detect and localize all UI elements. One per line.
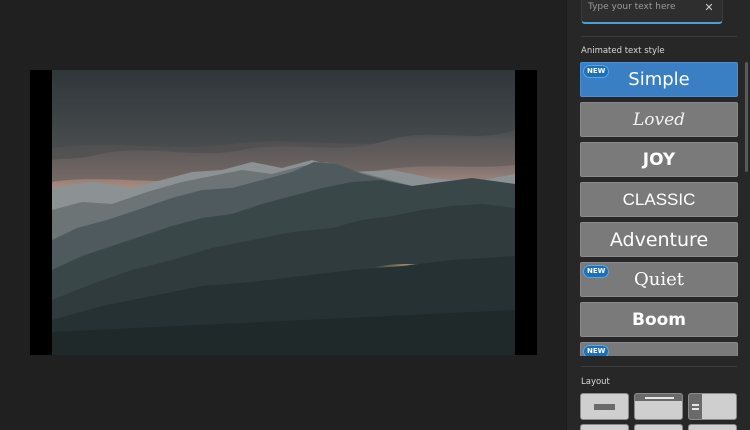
close-icon[interactable]: ✕ — [702, 1, 716, 15]
style-label: Simple — [628, 69, 690, 90]
video-frame[interactable] — [30, 70, 537, 355]
new-badge: NEW — [583, 265, 610, 278]
layout-tile-center[interactable] — [580, 393, 629, 420]
style-label: Quiet — [634, 269, 684, 290]
section-label-layout: Layout — [581, 377, 610, 387]
video-preview-area — [0, 0, 566, 430]
section-label-animated-text-style: Animated text style — [581, 46, 665, 56]
layout-tile-row2-2[interactable] — [634, 424, 683, 430]
style-label: JOY — [642, 149, 676, 170]
style-label: CLASSIC — [622, 189, 696, 209]
text-input-container: ✕ — [581, 0, 723, 24]
text-options-panel: ✕ Animated text style NEW Simple Loved J… — [566, 0, 750, 430]
mountain-landscape-image — [52, 70, 515, 355]
divider — [581, 366, 737, 367]
divider — [581, 36, 737, 37]
new-badge: NEW — [583, 345, 610, 356]
style-tile-joy[interactable]: JOY — [580, 142, 738, 177]
layout-tile-top[interactable] — [634, 393, 683, 420]
style-label: Loved — [632, 109, 686, 130]
style-tile-loved[interactable]: Loved — [580, 102, 738, 137]
layout-side-icon — [689, 394, 702, 419]
style-tile-simple[interactable]: NEW Simple — [580, 62, 738, 97]
new-badge: NEW — [583, 65, 610, 78]
style-tile-partial[interactable]: NEW — [580, 342, 738, 356]
style-label: Boom — [631, 309, 687, 330]
layout-top-icon — [635, 394, 682, 401]
styles-scrollbar[interactable] — [745, 62, 748, 362]
style-tile-quiet[interactable]: NEW Quiet — [580, 262, 738, 297]
scrollbar-thumb[interactable] — [745, 62, 748, 172]
layout-tile-side[interactable] — [688, 393, 737, 420]
text-input[interactable] — [588, 0, 706, 19]
layout-tile-row2-3[interactable] — [688, 424, 737, 430]
style-tile-adventure[interactable]: Adventure — [580, 222, 738, 257]
animated-text-style-list: NEW Simple Loved JOY CLASSIC Adventure N… — [580, 62, 738, 356]
style-tile-boom[interactable]: Boom — [580, 302, 738, 337]
style-tile-classic[interactable]: CLASSIC — [580, 182, 738, 217]
layout-tile-row2-1[interactable] — [580, 424, 629, 430]
style-label: Adventure — [609, 228, 709, 251]
layout-center-icon — [594, 404, 615, 410]
